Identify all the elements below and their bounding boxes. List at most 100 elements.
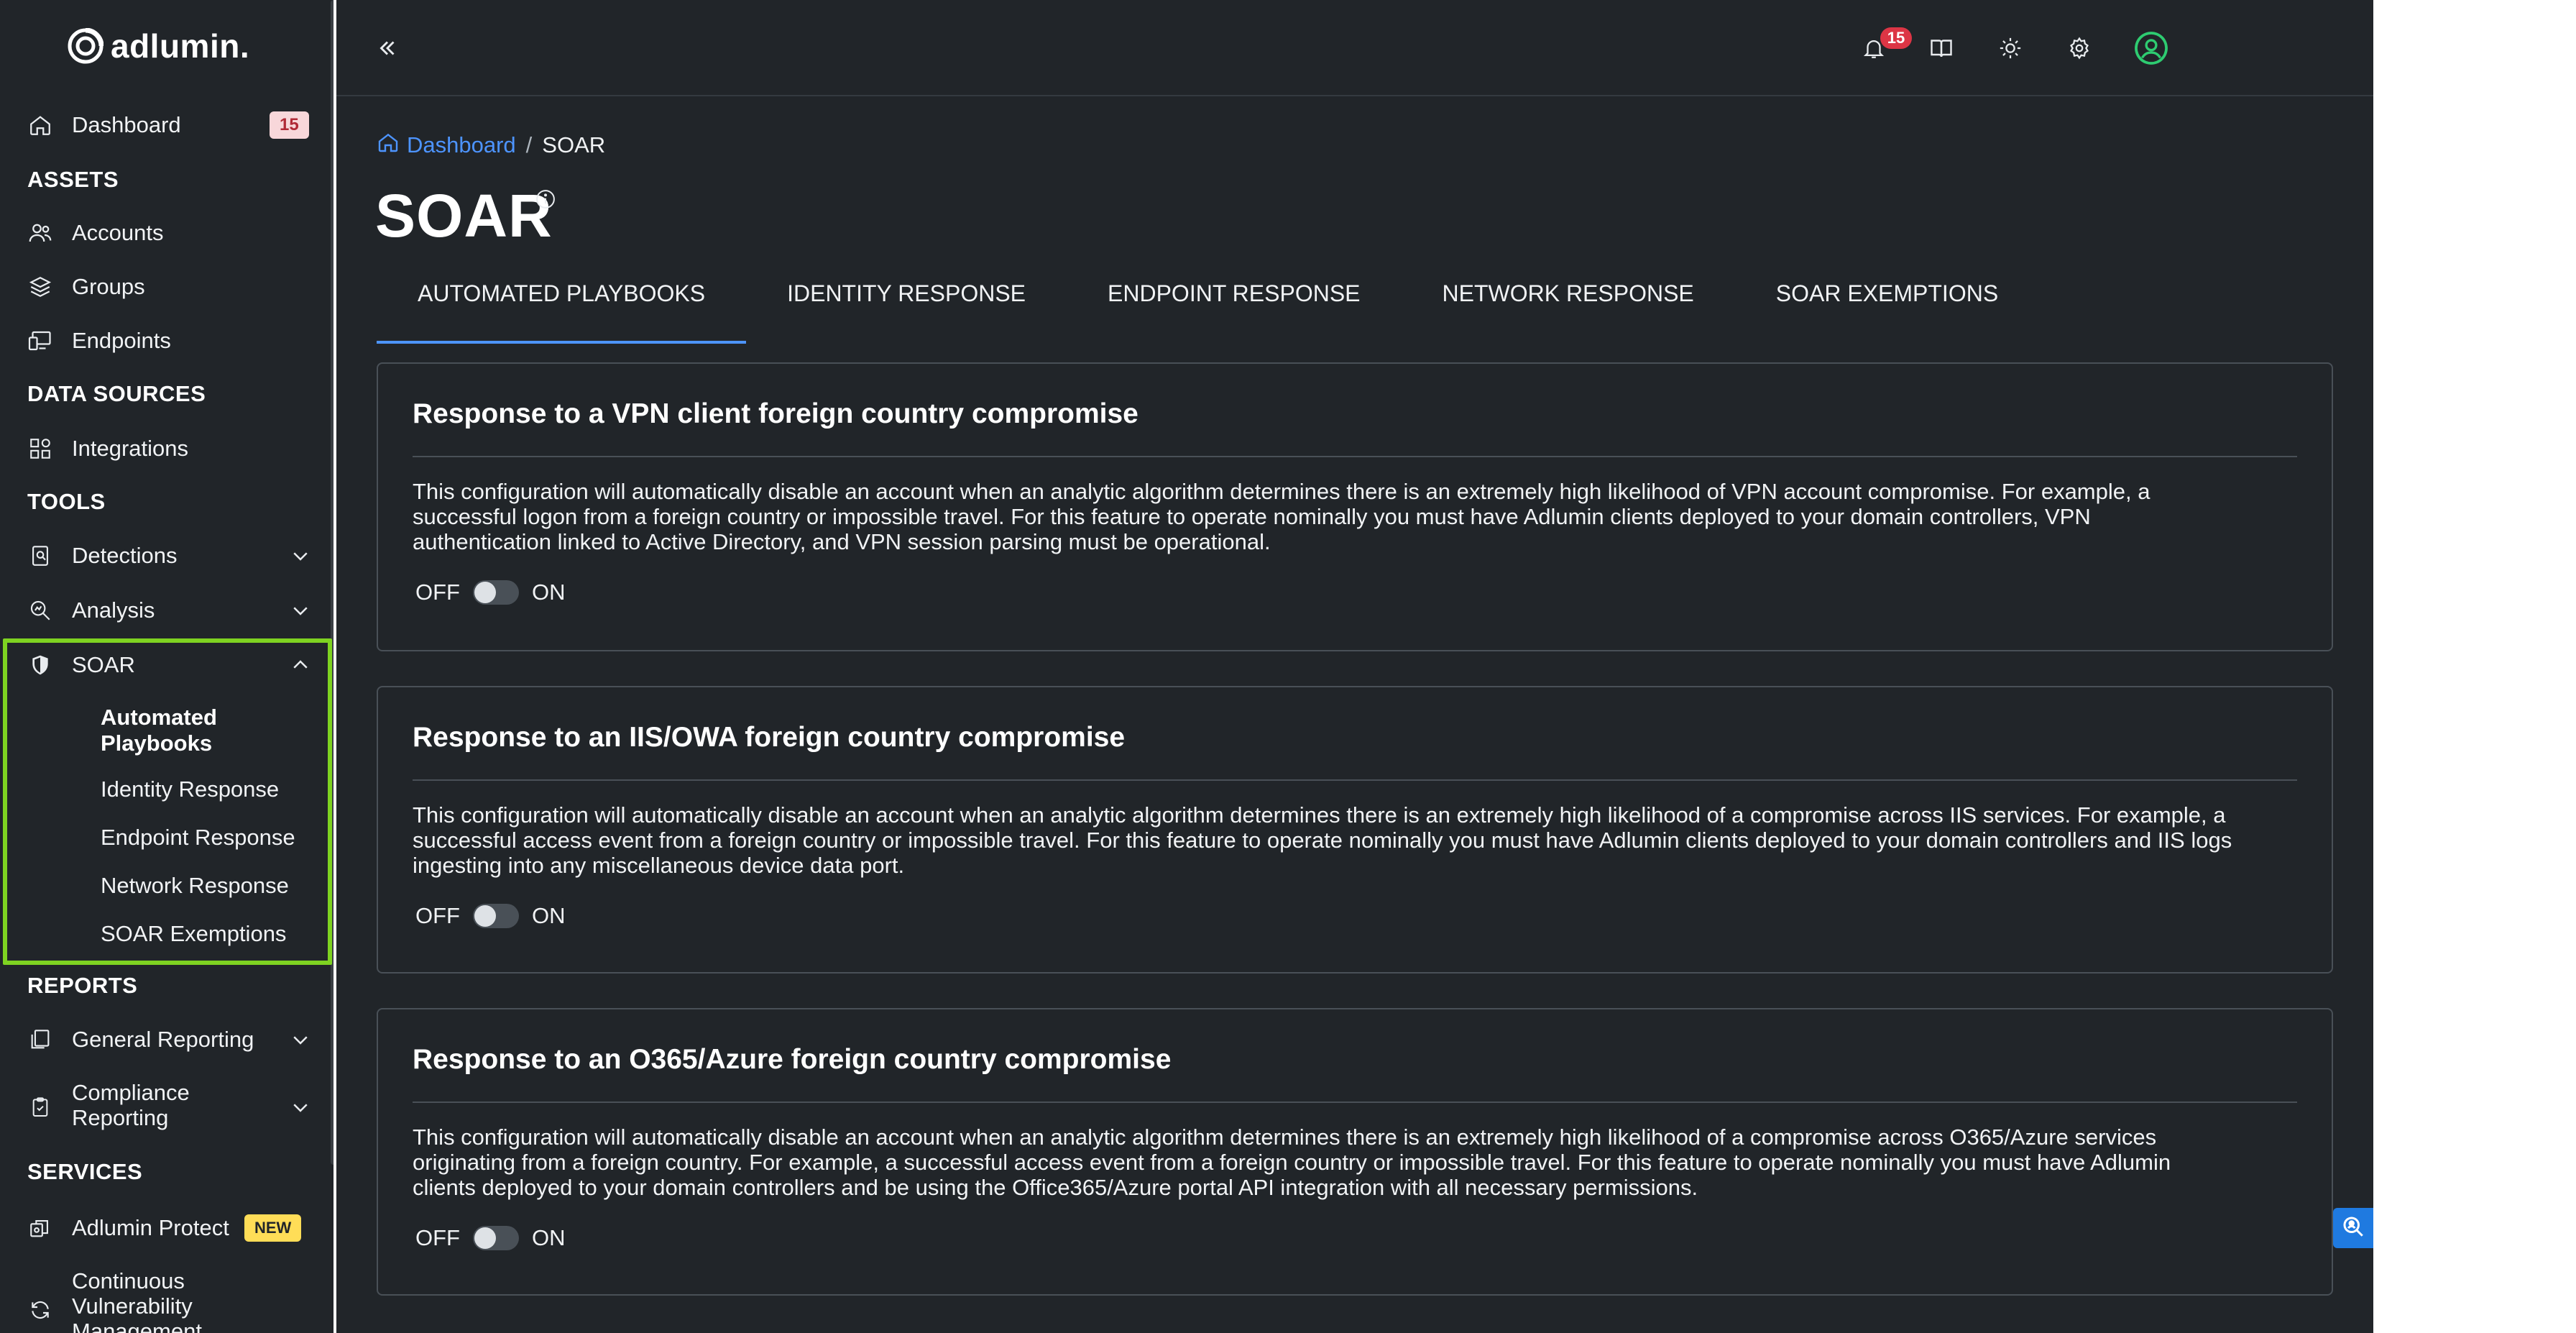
sidebar-subitem-label: Playbooks bbox=[101, 730, 213, 756]
toggle-knob bbox=[474, 905, 496, 927]
report-icon bbox=[26, 1025, 55, 1054]
iis-owa-response-toggle[interactable] bbox=[473, 904, 519, 928]
sidebar-item-integrations[interactable]: Integrations bbox=[0, 434, 331, 463]
devices-icon bbox=[26, 326, 55, 355]
sidebar-item-label: Adlumin Protect bbox=[72, 1215, 229, 1240]
home-icon bbox=[377, 131, 400, 160]
sidebar-subitem-endpoint-response[interactable]: Endpoint Response bbox=[101, 825, 295, 851]
toggle-on-label: ON bbox=[532, 580, 566, 605]
sidebar-item-label: Endpoints bbox=[72, 328, 171, 353]
sidebar-item-label: SOAR bbox=[72, 652, 135, 677]
sidebar-item-continuous-vulnerability-management[interactable]: Continuous Vulnerability Management bbox=[0, 1267, 331, 1333]
breadcrumb-home-link[interactable]: Dashboard bbox=[377, 131, 516, 160]
collapse-sidebar-icon[interactable] bbox=[369, 30, 405, 66]
sidebar-item-dashboard[interactable]: Dashboard 15 bbox=[0, 111, 331, 139]
description-line: clients deployed to your domain controll… bbox=[413, 1175, 1698, 1200]
notification-count-badge: 15 bbox=[1880, 27, 1912, 49]
description-line: This configuration will automatically di… bbox=[413, 1124, 2157, 1150]
description-line: successful access event from a foreign c… bbox=[413, 828, 2232, 853]
section-heading-tools: TOOLS bbox=[27, 489, 106, 514]
sidebar-subitem-network-response[interactable]: Network Response bbox=[101, 873, 289, 899]
sun-icon[interactable] bbox=[1992, 30, 2028, 66]
sidebar-item-label: Accounts bbox=[72, 220, 164, 245]
sidebar-item-label: Detections bbox=[72, 543, 178, 568]
home-icon bbox=[26, 111, 55, 139]
section-heading-data-sources: DATA SOURCES bbox=[27, 381, 206, 406]
chevron-down-icon[interactable] bbox=[286, 1025, 315, 1054]
sidebar-item-label: Groups bbox=[72, 274, 145, 299]
sidebar-subitem-automated-playbooks[interactable]: Automated Playbooks bbox=[101, 705, 217, 756]
label-line: Compliance bbox=[72, 1080, 190, 1105]
sidebar-subitem-soar-exemptions[interactable]: SOAR Exemptions bbox=[101, 921, 286, 947]
card-divider bbox=[413, 456, 2297, 457]
book-icon[interactable] bbox=[1923, 30, 1959, 66]
sidebar-item-accounts[interactable]: Accounts bbox=[0, 219, 331, 247]
new-badge: NEW bbox=[244, 1214, 302, 1242]
breadcrumb-home-label: Dashboard bbox=[407, 132, 516, 157]
breadcrumb-separator: / bbox=[525, 132, 533, 157]
playbook-card-iis-owa: Response to an IIS/OWA foreign country c… bbox=[377, 686, 2333, 974]
protect-icon bbox=[26, 1214, 55, 1242]
description-line: This configuration will automatically di… bbox=[413, 802, 2226, 828]
chevron-down-icon[interactable] bbox=[286, 1093, 315, 1122]
shield-icon bbox=[26, 651, 55, 679]
vpn-response-toggle[interactable] bbox=[473, 580, 519, 605]
playbook-card-vpn: Response to a VPN client foreign country… bbox=[377, 362, 2333, 651]
tab-identity-response[interactable]: IDENTITY RESPONSE bbox=[746, 273, 1067, 331]
card-description: This configuration will automatically di… bbox=[413, 1124, 2297, 1200]
o365-azure-response-toggle[interactable] bbox=[473, 1226, 519, 1250]
card-divider bbox=[413, 1101, 2297, 1103]
adlumin-logo-icon bbox=[68, 27, 104, 64]
toggle-off-label: OFF bbox=[415, 903, 460, 928]
layers-icon bbox=[26, 272, 55, 301]
description-line: successful logon from a foreign country … bbox=[413, 504, 2091, 529]
users-icon bbox=[26, 219, 55, 247]
dashboard-count-badge: 15 bbox=[270, 111, 309, 139]
chevron-down-icon[interactable] bbox=[286, 596, 315, 625]
integrations-icon bbox=[26, 434, 55, 463]
section-heading-services: SERVICES bbox=[27, 1159, 143, 1184]
card-title: Response to an IIS/OWA foreign country c… bbox=[413, 722, 1126, 753]
info-icon[interactable] bbox=[535, 188, 556, 214]
floating-search-help-button[interactable] bbox=[2333, 1208, 2373, 1248]
tab-network-response[interactable]: NETWORK RESPONSE bbox=[1402, 273, 1735, 331]
sidebar-item-adlumin-protect[interactable]: Adlumin Protect NEW bbox=[0, 1214, 331, 1242]
search-person-icon bbox=[2340, 1214, 2366, 1243]
sidebar-item-analysis[interactable]: Analysis bbox=[0, 596, 331, 625]
card-description: This configuration will automatically di… bbox=[413, 802, 2297, 878]
toggle-row: OFF ON bbox=[415, 580, 566, 605]
user-avatar-icon[interactable] bbox=[2133, 30, 2169, 66]
sidebar-item-soar[interactable]: SOAR bbox=[0, 651, 331, 679]
toggle-row: OFF ON bbox=[415, 903, 566, 929]
chevron-up-icon[interactable] bbox=[286, 651, 315, 679]
label-line: Reporting bbox=[72, 1105, 169, 1130]
refresh-icon bbox=[26, 1296, 55, 1324]
sidebar-item-label: Compliance Reporting bbox=[72, 1080, 190, 1130]
sidebar-item-compliance-reporting[interactable]: Compliance Reporting bbox=[0, 1078, 331, 1136]
sidebar-item-label: General Reporting bbox=[72, 1027, 254, 1052]
sidebar-item-general-reporting[interactable]: General Reporting bbox=[0, 1025, 331, 1054]
description-line: authentication linked to Active Director… bbox=[413, 529, 1271, 554]
app-logo[interactable]: adlumin. bbox=[68, 24, 249, 68]
sidebar-subitem-identity-response[interactable]: Identity Response bbox=[101, 777, 279, 802]
card-divider bbox=[413, 779, 2297, 781]
breadcrumb-current: SOAR bbox=[542, 132, 606, 157]
toggle-knob bbox=[474, 582, 496, 603]
sidebar-item-detections[interactable]: Detections bbox=[0, 541, 331, 570]
section-heading-reports: REPORTS bbox=[27, 973, 138, 998]
sidebar-item-label: Analysis bbox=[72, 597, 155, 623]
chevron-down-icon[interactable] bbox=[286, 541, 315, 570]
sidebar-subitem-label: Automated bbox=[101, 705, 217, 730]
card-description: This configuration will automatically di… bbox=[413, 479, 2297, 554]
sidebar-item-label: Dashboard bbox=[72, 112, 181, 137]
tab-automated-playbooks[interactable]: AUTOMATED PLAYBOOKS bbox=[377, 273, 747, 344]
tab-soar-exemptions[interactable]: SOAR EXEMPTIONS bbox=[1735, 273, 2039, 331]
sidebar-item-endpoints[interactable]: Endpoints bbox=[0, 326, 331, 355]
toggle-on-label: ON bbox=[532, 1225, 566, 1250]
label-line: Vulnerability bbox=[72, 1293, 193, 1319]
sidebar-scrollbar[interactable] bbox=[331, 0, 334, 1165]
gear-icon[interactable] bbox=[2061, 30, 2097, 66]
tab-endpoint-response[interactable]: ENDPOINT RESPONSE bbox=[1067, 273, 1401, 331]
description-line: This configuration will automatically di… bbox=[413, 479, 2150, 504]
sidebar-item-groups[interactable]: Groups bbox=[0, 272, 331, 301]
